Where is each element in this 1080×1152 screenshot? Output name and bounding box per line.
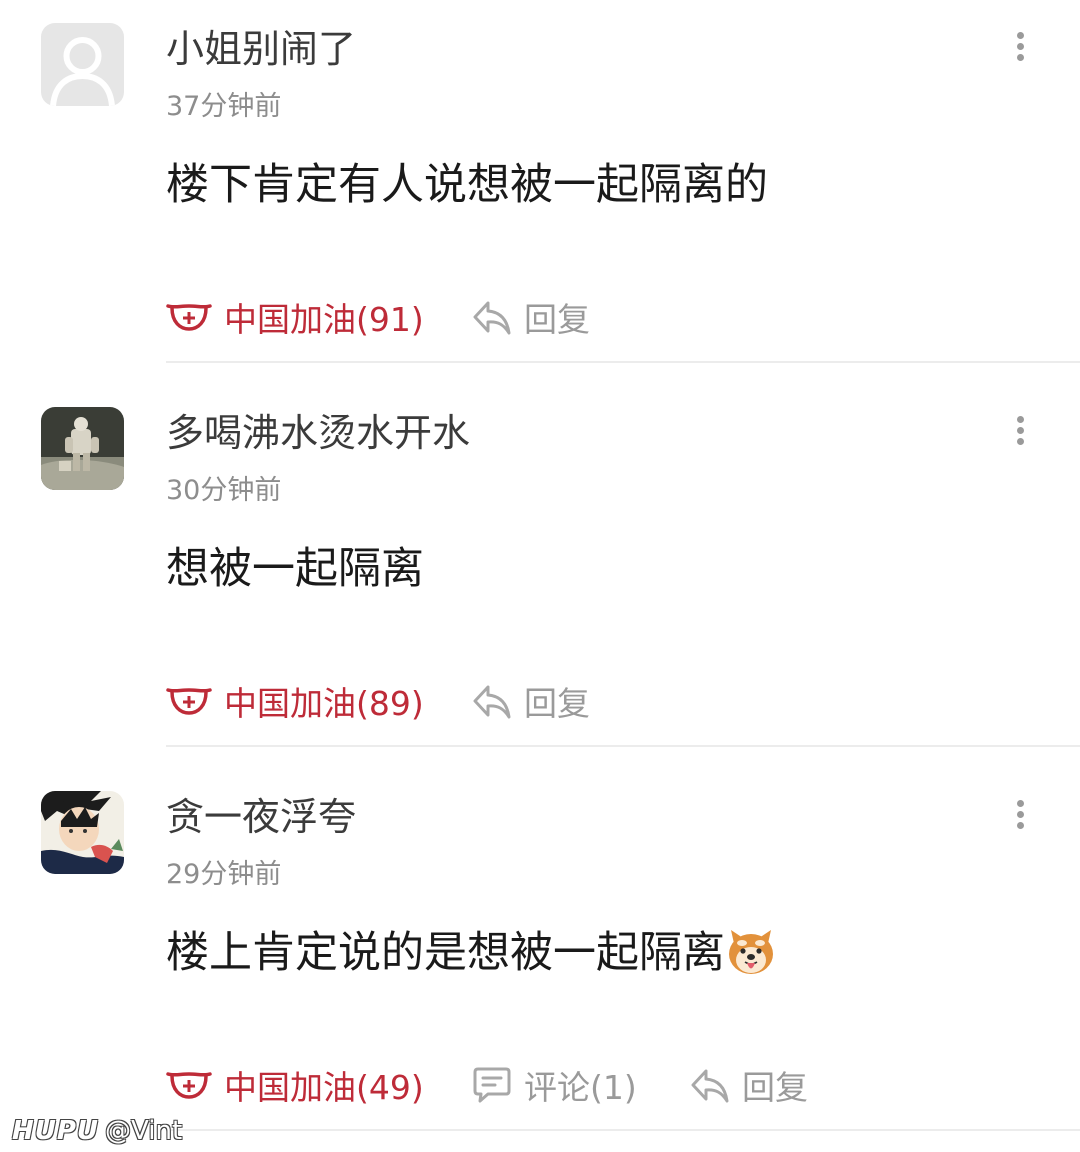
mask-cross-icon: [166, 1072, 212, 1099]
action-bar: 中国加油(89) 回复: [166, 676, 1066, 726]
reply-label: 回复: [524, 300, 590, 339]
more-vertical-icon: [1017, 43, 1024, 50]
photo-avatar-icon: [41, 407, 124, 490]
username[interactable]: 小姐别闹了: [166, 24, 356, 74]
reply-arrow-icon: [691, 1069, 729, 1103]
comment-button[interactable]: 评论(1): [472, 1060, 637, 1110]
reply-button[interactable]: 回复: [472, 676, 590, 726]
hupu-logo: HUPU: [12, 1116, 100, 1146]
username[interactable]: 贪一夜浮夸: [166, 792, 356, 842]
more-vertical-icon: [1017, 427, 1024, 434]
avatar[interactable]: [41, 407, 124, 490]
avatar[interactable]: [41, 23, 124, 106]
reply-arrow-icon: [473, 685, 511, 719]
like-label: 中国加油(91): [224, 300, 424, 339]
anime-avatar-icon: [41, 791, 124, 874]
comment-text-body: 楼下肯定有人说想被一起隔离的: [166, 160, 768, 210]
watermark: HUPU @Vint: [12, 1114, 182, 1148]
reply-arrow-icon: [473, 301, 511, 335]
comment-text-body: 楼上肯定说的是想被一起隔离: [166, 928, 725, 978]
watermark-handle: @Vint: [105, 1116, 183, 1146]
reply-label: 回复: [742, 1068, 808, 1107]
more-vertical-icon: [1017, 416, 1024, 423]
more-options-button[interactable]: [1000, 408, 1040, 452]
more-options-button[interactable]: [1000, 792, 1040, 836]
action-bar: 中国加油(91) 回复: [166, 292, 1066, 342]
comment-text: 楼下肯定有人说想被一起隔离的: [166, 156, 768, 214]
divider: [166, 1129, 1080, 1131]
comment-item: 贪一夜浮夸 29分钟前 楼上肯定说的是想被一起隔离 中国加油(49) 评论(1)…: [0, 768, 1080, 1152]
reply-button[interactable]: 回复: [472, 292, 590, 342]
more-vertical-icon: [1017, 438, 1024, 445]
reply-button[interactable]: 回复: [690, 1060, 808, 1110]
comment-item: 多喝沸水烫水开水 30分钟前 想被一起隔离 中国加油(89) 回复: [0, 384, 1080, 768]
action-bar: 中国加油(49) 评论(1) 回复: [166, 1060, 1066, 1110]
reply-label: 回复: [524, 684, 590, 723]
divider: [166, 361, 1080, 363]
like-button[interactable]: 中国加油(49): [166, 1060, 424, 1110]
more-options-button[interactable]: [1000, 24, 1040, 68]
more-vertical-icon: [1017, 811, 1024, 818]
timestamp: 30分钟前: [166, 475, 282, 506]
like-button[interactable]: 中国加油(91): [166, 292, 424, 342]
shiba-dog-emoji: [729, 930, 773, 974]
comment-text: 楼上肯定说的是想被一起隔离: [166, 924, 777, 982]
comment-text: 想被一起隔离: [166, 540, 424, 598]
more-vertical-icon: [1017, 32, 1024, 39]
comment-item: 小姐别闹了 37分钟前 楼下肯定有人说想被一起隔离的 中国加油(91) 回复: [0, 0, 1080, 384]
avatar[interactable]: [41, 791, 124, 874]
username[interactable]: 多喝沸水烫水开水: [166, 408, 470, 458]
like-label: 中国加油(89): [224, 684, 424, 723]
more-vertical-icon: [1017, 822, 1024, 829]
comment-label: 评论(1): [524, 1068, 637, 1107]
divider: [166, 745, 1080, 747]
comment-text-body: 想被一起隔离: [166, 544, 424, 594]
mask-cross-icon: [166, 688, 212, 715]
mask-cross-icon: [166, 304, 212, 331]
comment-bubble-icon: [473, 1067, 511, 1103]
more-vertical-icon: [1017, 54, 1024, 61]
more-vertical-icon: [1017, 800, 1024, 807]
timestamp: 37分钟前: [166, 91, 282, 122]
like-button[interactable]: 中国加油(89): [166, 676, 424, 726]
default-avatar-icon: [41, 23, 124, 106]
timestamp: 29分钟前: [166, 859, 282, 890]
like-label: 中国加油(49): [224, 1068, 424, 1107]
